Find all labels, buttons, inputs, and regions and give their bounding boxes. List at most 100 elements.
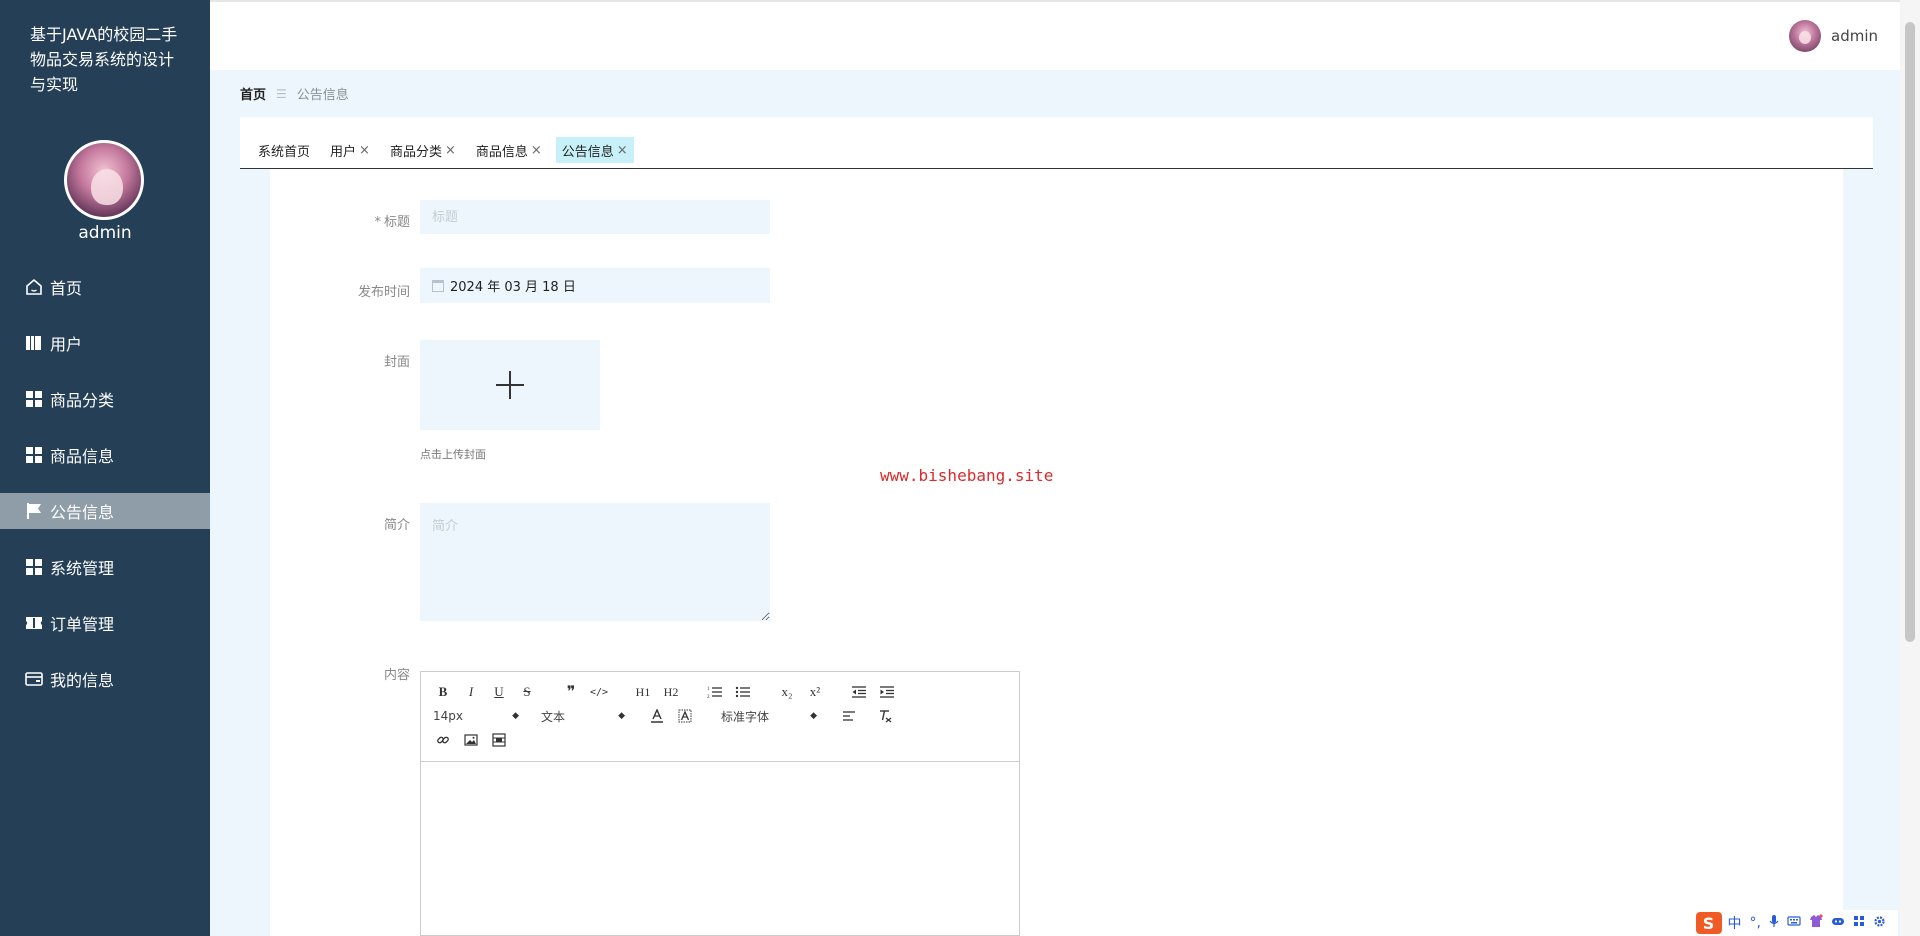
sidebar-item-orders[interactable]: 订单管理 bbox=[0, 605, 210, 641]
sidebar-item-users[interactable]: 用户 bbox=[0, 325, 210, 361]
sidebar-item-home[interactable]: 首页 bbox=[0, 269, 210, 305]
outdent-icon[interactable] bbox=[849, 682, 869, 702]
cover-upload-button[interactable] bbox=[420, 340, 600, 430]
superscript-button[interactable]: x² bbox=[805, 682, 825, 702]
font-color-icon[interactable] bbox=[647, 706, 667, 726]
sogou-logo-icon[interactable]: S bbox=[1695, 912, 1722, 934]
sidebar: 基于JAVA的校园二手物品交易系统的设计与实现 admin 首页 用户 商品分类 bbox=[0, 0, 210, 936]
scrollbar-thumb[interactable] bbox=[1905, 22, 1915, 642]
bullet-list-icon[interactable] bbox=[733, 682, 753, 702]
close-icon[interactable]: × bbox=[531, 143, 542, 158]
sidebar-item-profile[interactable]: 我的信息 bbox=[0, 661, 210, 697]
grid-icon bbox=[24, 557, 44, 577]
header1-button[interactable]: H1 bbox=[633, 682, 653, 702]
strike-button[interactable]: S bbox=[517, 682, 537, 702]
italic-button[interactable]: I bbox=[461, 682, 481, 702]
video-icon[interactable] bbox=[489, 730, 509, 750]
editor-toolbar: B I U S ❞ </> H1 H2 12 x₂ x² 14px ◆ 文本 ◆… bbox=[421, 672, 1019, 762]
svg-text:2: 2 bbox=[707, 695, 710, 699]
ticket-icon bbox=[24, 613, 44, 633]
underline-button[interactable]: U bbox=[489, 682, 509, 702]
select-arrow-icon: ◆ bbox=[512, 711, 519, 721]
summary-textarea[interactable] bbox=[420, 503, 770, 621]
sidebar-item-category[interactable]: 商品分类 bbox=[0, 381, 210, 417]
select-arrow-icon: ◆ bbox=[810, 711, 817, 721]
watermark: www.bishebang.site bbox=[880, 466, 1054, 485]
sidebar-item-system[interactable]: 系统管理 bbox=[0, 549, 210, 585]
ime-lang-toggle[interactable]: 中 bbox=[1728, 913, 1742, 933]
image-icon[interactable] bbox=[461, 730, 481, 750]
publish-time-label: 发布时间 bbox=[357, 285, 410, 300]
subscript-button[interactable]: x₂ bbox=[777, 682, 797, 702]
microphone-icon[interactable] bbox=[1769, 914, 1779, 932]
game-icon[interactable] bbox=[1831, 915, 1845, 931]
publish-time-value: 2024 年 03 月 18 日 bbox=[450, 280, 576, 295]
breadcrumb-home[interactable]: 首页 bbox=[240, 84, 266, 103]
tabs-panel: 系统首页 用户 × 商品分类 × 商品信息 × 公告信息 × bbox=[240, 117, 1873, 169]
ordered-list-icon[interactable]: 12 bbox=[705, 682, 725, 702]
header-select[interactable]: 文本 ◆ bbox=[541, 708, 625, 725]
font-family-select[interactable]: 标准字体 ◆ bbox=[721, 708, 817, 725]
sidebar-item-label: 系统管理 bbox=[50, 559, 115, 578]
sidebar-item-label: 商品信息 bbox=[50, 447, 115, 466]
card-icon bbox=[24, 669, 44, 689]
users-icon bbox=[24, 333, 44, 353]
ime-punct-toggle[interactable]: °, bbox=[1750, 915, 1761, 931]
scrollbar[interactable] bbox=[1900, 0, 1920, 936]
tab-label: 公告信息 bbox=[561, 144, 614, 160]
tab-bar: 系统首页 用户 × 商品分类 × 商品信息 × 公告信息 × bbox=[252, 137, 642, 163]
keyboard-icon[interactable] bbox=[1787, 915, 1801, 931]
cover-label: 封面 bbox=[383, 355, 410, 370]
align-icon[interactable] bbox=[839, 706, 859, 726]
calendar-icon bbox=[432, 279, 444, 292]
bold-button[interactable]: B bbox=[433, 682, 453, 702]
tab-goods[interactable]: 商品信息 × bbox=[470, 137, 548, 163]
tab-notice[interactable]: 公告信息 × bbox=[555, 137, 634, 163]
svg-text:1: 1 bbox=[707, 687, 710, 692]
tab-category[interactable]: 商品分类 × bbox=[384, 137, 462, 163]
sidebar-username: admin bbox=[78, 223, 132, 243]
breadcrumb-separator-icon: ☰ bbox=[276, 86, 287, 101]
sidebar-item-label: 首页 bbox=[50, 279, 83, 298]
font-size-select[interactable]: 14px ◆ bbox=[433, 709, 519, 723]
tab-label: 系统首页 bbox=[258, 144, 311, 160]
settings-gear-icon[interactable] bbox=[1873, 915, 1886, 932]
cover-upload-tip: 点击上传封面 bbox=[420, 448, 486, 461]
title-label: * 标题 bbox=[374, 215, 410, 230]
tab-label: 商品信息 bbox=[475, 144, 528, 160]
tab-label: 用户 bbox=[330, 144, 357, 160]
sidebar-item-notice[interactable]: 公告信息 bbox=[0, 493, 210, 529]
apps-grid-icon[interactable] bbox=[1853, 915, 1865, 931]
grid-icon bbox=[24, 389, 44, 409]
clear-format-icon[interactable] bbox=[875, 706, 895, 726]
rich-text-editor: B I U S ❞ </> H1 H2 12 x₂ x² 14px ◆ 文本 ◆… bbox=[420, 671, 1020, 936]
plus-icon bbox=[496, 371, 524, 399]
top-bar: admin bbox=[210, 0, 1900, 70]
sidebar-item-label: 商品分类 bbox=[50, 391, 115, 410]
app-title: 基于JAVA的校园二手物品交易系统的设计与实现 bbox=[30, 25, 178, 94]
avatar bbox=[1789, 20, 1821, 52]
blockquote-button[interactable]: ❞ bbox=[561, 682, 581, 702]
close-icon[interactable]: × bbox=[359, 143, 370, 158]
close-icon[interactable]: × bbox=[617, 143, 628, 158]
sidebar-item-label: 用户 bbox=[50, 335, 83, 354]
skin-icon[interactable] bbox=[1809, 914, 1823, 932]
tab-label: 商品分类 bbox=[389, 144, 442, 160]
header-username: admin bbox=[1831, 27, 1878, 45]
sidebar-item-label: 我的信息 bbox=[50, 671, 115, 690]
close-icon[interactable]: × bbox=[445, 143, 456, 158]
flag-icon bbox=[24, 501, 44, 521]
editor-content-area[interactable] bbox=[421, 763, 1019, 935]
indent-icon[interactable] bbox=[877, 682, 897, 702]
publish-time-picker[interactable]: 2024 年 03 月 18 日 bbox=[420, 268, 770, 303]
header2-button[interactable]: H2 bbox=[661, 682, 681, 702]
user-menu[interactable]: admin bbox=[1789, 20, 1878, 52]
tab-dashboard[interactable]: 系统首页 bbox=[252, 137, 316, 163]
title-input[interactable] bbox=[420, 200, 770, 234]
code-block-button[interactable]: </> bbox=[589, 682, 609, 702]
tab-users[interactable]: 用户 × bbox=[324, 137, 376, 163]
link-icon[interactable] bbox=[433, 730, 453, 750]
sidebar-item-goods[interactable]: 商品信息 bbox=[0, 437, 210, 473]
select-arrow-icon: ◆ bbox=[618, 711, 625, 721]
background-color-icon[interactable] bbox=[675, 706, 695, 726]
